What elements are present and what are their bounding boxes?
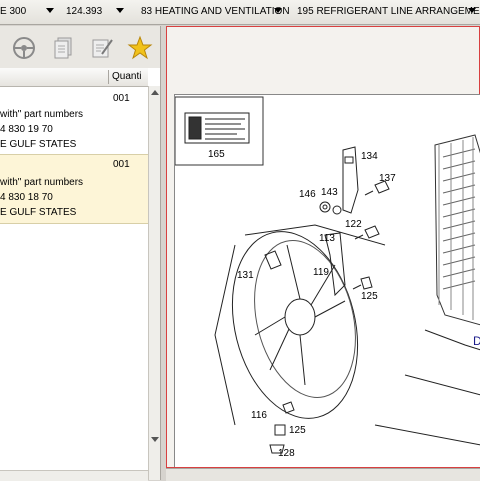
callout-label[interactable]: 122 bbox=[345, 219, 362, 230]
quantity-value: 001 bbox=[113, 93, 130, 104]
part-region: E GULF STATES bbox=[0, 207, 77, 218]
callout-label[interactable]: 146 bbox=[299, 189, 316, 200]
breadcrumb-variant[interactable]: 124.393 bbox=[66, 6, 102, 17]
column-separator[interactable] bbox=[108, 70, 109, 84]
documents-icon[interactable] bbox=[50, 34, 78, 62]
part-number: 4 830 18 70 bbox=[0, 192, 53, 203]
steering-wheel-icon[interactable] bbox=[10, 34, 38, 62]
part-description: with" part numbers bbox=[0, 177, 84, 188]
star-icon[interactable] bbox=[126, 34, 154, 62]
callout-label[interactable]: 134 bbox=[361, 151, 378, 162]
horizontal-scrollbar[interactable] bbox=[0, 470, 148, 481]
part-number: 4 830 19 70 bbox=[0, 124, 53, 135]
chevron-down-icon[interactable] bbox=[46, 8, 54, 13]
chevron-down-icon[interactable] bbox=[116, 8, 124, 13]
quantity-value: 001 bbox=[113, 159, 130, 170]
breadcrumb-subgroup[interactable]: 195 REFRIGERANT LINE ARRANGEMENT bbox=[297, 6, 480, 17]
parts-list-panel: Quanti 001 with" part numbers 4 830 19 7… bbox=[0, 68, 161, 481]
quantity-column-header[interactable]: Quanti bbox=[112, 71, 141, 82]
exploded-view-drawing: 165 134 146 143 137 122 113 131 119 125 … bbox=[174, 96, 480, 459]
notes-icon[interactable] bbox=[88, 34, 116, 62]
callout-label[interactable]: 131 bbox=[237, 270, 254, 281]
callout-label[interactable]: 116 bbox=[251, 410, 267, 421]
chevron-down-icon[interactable] bbox=[274, 8, 282, 13]
breadcrumb-model[interactable]: E 300 bbox=[0, 6, 26, 17]
table-row[interactable]: 001 with" part numbers 4 830 19 70 E GUL… bbox=[0, 87, 148, 151]
callout-label[interactable]: 119 bbox=[313, 267, 329, 278]
breadcrumb: E 300 124.393 83 HEATING AND VENTILATION… bbox=[0, 0, 480, 25]
callout-label[interactable]: 137 bbox=[379, 173, 396, 184]
breadcrumb-group[interactable]: 83 HEATING AND VENTILATION bbox=[141, 6, 290, 17]
scroll-down-icon[interactable] bbox=[151, 437, 159, 442]
parts-diagram[interactable]: 165 134 146 143 137 122 113 131 119 125 … bbox=[174, 94, 480, 467]
callout-label[interactable]: 165 bbox=[208, 149, 225, 160]
diagram-status-bar bbox=[166, 468, 480, 481]
callout-label[interactable]: 128 bbox=[278, 448, 295, 459]
callout-label[interactable]: D bbox=[473, 334, 480, 348]
callout-label[interactable]: 143 bbox=[321, 187, 338, 198]
part-description: with" part numbers bbox=[0, 109, 84, 120]
table-row-selected[interactable]: 001 with" part numbers 4 830 18 70 E GUL… bbox=[0, 154, 148, 224]
toolbar bbox=[0, 26, 160, 68]
callout-label[interactable]: 125 bbox=[361, 291, 378, 302]
callout-label[interactable]: 125 bbox=[289, 425, 306, 436]
scroll-up-icon[interactable] bbox=[151, 90, 159, 95]
chevron-down-icon[interactable] bbox=[468, 8, 476, 13]
callout-label[interactable]: 113 bbox=[319, 233, 335, 244]
part-region: E GULF STATES bbox=[0, 139, 77, 150]
parts-table-header: Quanti bbox=[0, 68, 148, 87]
